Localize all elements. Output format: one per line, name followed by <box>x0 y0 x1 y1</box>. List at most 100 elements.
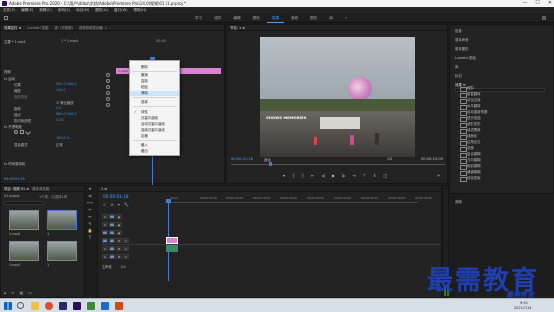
premiere-taskbar-icon[interactable] <box>73 302 81 310</box>
sequence-thumbnail[interactable] <box>47 241 77 261</box>
section-time-remap[interactable]: fx 时间重映射 <box>4 161 25 166</box>
right-item-info[interactable]: 信息 <box>455 28 462 33</box>
add-marker-icon[interactable]: ▾ <box>118 202 120 207</box>
menu-item-ease-out[interactable]: 缓出 <box>130 149 179 154</box>
anchor-value[interactable]: 960.0 540.0 <box>56 112 77 116</box>
toggle-sync-lock[interactable]: 6 <box>102 246 108 251</box>
section-opacity[interactable]: fx 不透明度 <box>4 124 22 129</box>
mute-button[interactable]: M <box>116 254 122 259</box>
section-motion[interactable]: fx 运动 <box>4 76 15 81</box>
tab-effect-controls[interactable]: 效果控件 ≡ <box>4 25 21 30</box>
effect-item[interactable]: 自动重新构图 <box>457 110 537 116</box>
track-target[interactable]: V1 <box>109 230 115 235</box>
media-thumbnail[interactable] <box>9 210 39 230</box>
right-item-libraries[interactable]: 库 <box>455 64 458 69</box>
solo-button[interactable]: S <box>123 246 129 251</box>
close-button[interactable]: ✕ <box>548 0 552 7</box>
timeline-ruler[interactable] <box>168 202 418 203</box>
search-icon[interactable] <box>17 302 24 309</box>
tab-sequence[interactable]: 1 ≡ <box>101 186 107 191</box>
workspace-assembly[interactable]: 组件 <box>209 15 226 23</box>
go-to-in-icon[interactable]: ⇤ <box>311 173 314 178</box>
effect-item[interactable]: 方向模糊 <box>457 158 537 164</box>
flicker-value[interactable]: 0.00 <box>56 118 64 122</box>
ellipse-mask-icon[interactable] <box>14 130 18 134</box>
video-frame[interactable]: SHOWS MEMORIES <box>260 37 415 157</box>
resolution-select[interactable]: 1/2 <box>387 157 392 161</box>
track-target[interactable]: A1 <box>109 238 115 243</box>
reset-icon[interactable] <box>106 103 110 107</box>
project-search-input[interactable] <box>4 201 44 205</box>
menu-item-paste[interactable]: 粘贴 <box>130 85 179 90</box>
master-value[interactable]: 0.0 <box>121 265 126 269</box>
mute-button[interactable]: M <box>116 246 122 251</box>
uniform-scale-checkbox[interactable]: ☑ 等比缩放 <box>56 100 74 105</box>
clock-time[interactable]: 9:51 <box>520 301 528 305</box>
right-item-lumetri-color[interactable]: Lumetri 颜色 <box>455 55 476 60</box>
file-explorer-icon[interactable] <box>31 302 39 310</box>
tab-audio-clip-mixer[interactable]: 音频剪辑混合器: 1 <box>79 25 107 30</box>
effect-footer-timecode[interactable]: 00:00:01:18 <box>4 177 25 181</box>
effect-item[interactable]: 羽化边缘 <box>457 98 537 104</box>
menu-item-bezier[interactable]: 贝塞尔曲线 <box>130 116 179 121</box>
step-back-icon[interactable]: ◂| <box>321 173 324 178</box>
app-icon[interactable] <box>115 302 123 310</box>
sequence-thumbnail[interactable] <box>47 210 77 230</box>
settings-icon[interactable]: 🔧︎ <box>124 202 129 207</box>
program-playhead[interactable] <box>269 162 272 166</box>
add-button-icon[interactable]: + <box>437 173 440 178</box>
razor-icon[interactable]: ✂ <box>87 207 93 213</box>
menu-item-linear[interactable]: 线性 <box>130 110 179 115</box>
go-to-out-icon[interactable]: ⇥ <box>352 173 355 178</box>
extract-icon[interactable]: ⇞ <box>373 173 376 178</box>
lift-icon[interactable]: ⇡ <box>363 173 366 178</box>
menu-item-select[interactable]: 选择 <box>130 100 179 105</box>
effect-item[interactable]: 通道模糊 <box>457 170 537 176</box>
tab-source[interactable]: 源: (无剪辑) <box>54 25 72 30</box>
reset-icon[interactable] <box>106 97 110 101</box>
effect-item[interactable]: 变换 <box>457 146 537 152</box>
program-scrubber[interactable] <box>231 164 445 165</box>
audio-clip[interactable] <box>166 245 178 252</box>
menu-item-ease-in[interactable]: 缓入 <box>130 143 179 148</box>
reset-icon[interactable] <box>106 79 110 83</box>
program-current-timecode[interactable]: 00:00:01:18 <box>231 157 253 161</box>
track-output-icon[interactable]: ◉ <box>116 222 122 227</box>
mark-in-icon[interactable]: { <box>292 173 295 178</box>
media-thumbnail[interactable] <box>9 241 39 261</box>
right-item-essential-sound[interactable]: 基本声音 <box>455 37 469 42</box>
workspace-libraries[interactable]: 库 <box>324 15 338 23</box>
effect-item[interactable]: 相机模糊 <box>457 164 537 170</box>
right-item-markers[interactable]: 标记 <box>455 73 462 78</box>
source-patch[interactable]: V1 <box>102 230 108 235</box>
play-icon[interactable]: ▶ <box>332 173 335 178</box>
ripple-edit-icon[interactable]: ⟷ <box>87 200 93 206</box>
effect-item[interactable]: 水平翻转 <box>457 104 537 110</box>
workspace-graphics[interactable]: 图形 <box>305 15 322 23</box>
timeline-timecode[interactable]: 00:00:01:18 <box>103 194 129 199</box>
tab-lumetri-scopes[interactable]: Lumetri 范围 <box>27 25 48 30</box>
workspace-color[interactable]: 颜色 <box>248 15 265 23</box>
menu-item-continuous-bezier[interactable]: 连续贝塞尔曲线 <box>130 128 179 133</box>
tab-media-browser[interactable]: 媒体浏览器 <box>32 186 49 191</box>
source-patch[interactable]: A1 <box>102 238 108 243</box>
master-clip-label[interactable]: 主要 * 1.mp4 <box>4 39 25 44</box>
tab-program[interactable]: 节目: 1 ≡ <box>230 25 245 30</box>
rectangle-mask-icon[interactable] <box>20 130 24 134</box>
pen-mask-icon[interactable] <box>25 129 31 135</box>
reset-icon[interactable] <box>106 85 110 89</box>
selection-tool-icon[interactable]: ➤ <box>87 186 93 192</box>
menu-item-hold[interactable]: 定格 <box>130 134 179 139</box>
timeline-playhead-handle[interactable] <box>166 199 171 203</box>
effect-item[interactable]: 垂直翻转 <box>457 92 537 98</box>
effect-item[interactable]: 钝化蒙版 <box>457 176 537 182</box>
clock-date[interactable]: 2021/7/14 <box>514 306 531 310</box>
mark-out-icon[interactable]: } <box>302 173 305 178</box>
effect-item[interactable]: 复合模糊 <box>457 152 537 158</box>
workspace-effects[interactable]: 效果 <box>266 15 284 23</box>
track-target[interactable]: A2 <box>109 246 115 251</box>
pen-icon[interactable]: ✎ <box>87 221 93 227</box>
workspace-editing[interactable]: 编辑 <box>228 15 245 23</box>
track-output-icon[interactable]: ◉ <box>116 230 122 235</box>
menu-item-delete[interactable]: 删除 <box>130 65 179 70</box>
